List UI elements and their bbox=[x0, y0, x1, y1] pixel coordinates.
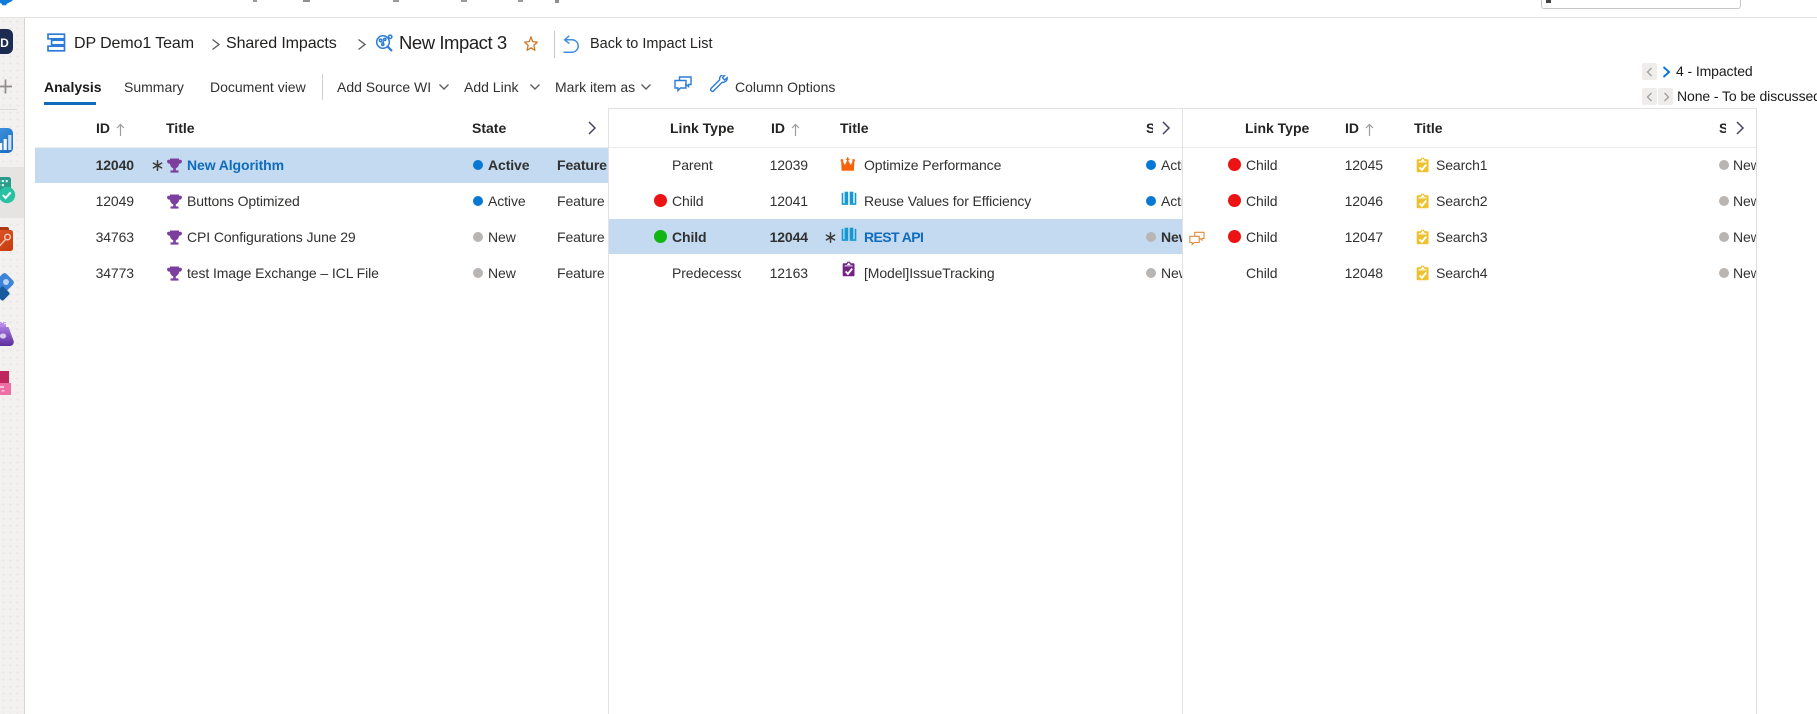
svg-text:D: D bbox=[0, 36, 9, 50]
